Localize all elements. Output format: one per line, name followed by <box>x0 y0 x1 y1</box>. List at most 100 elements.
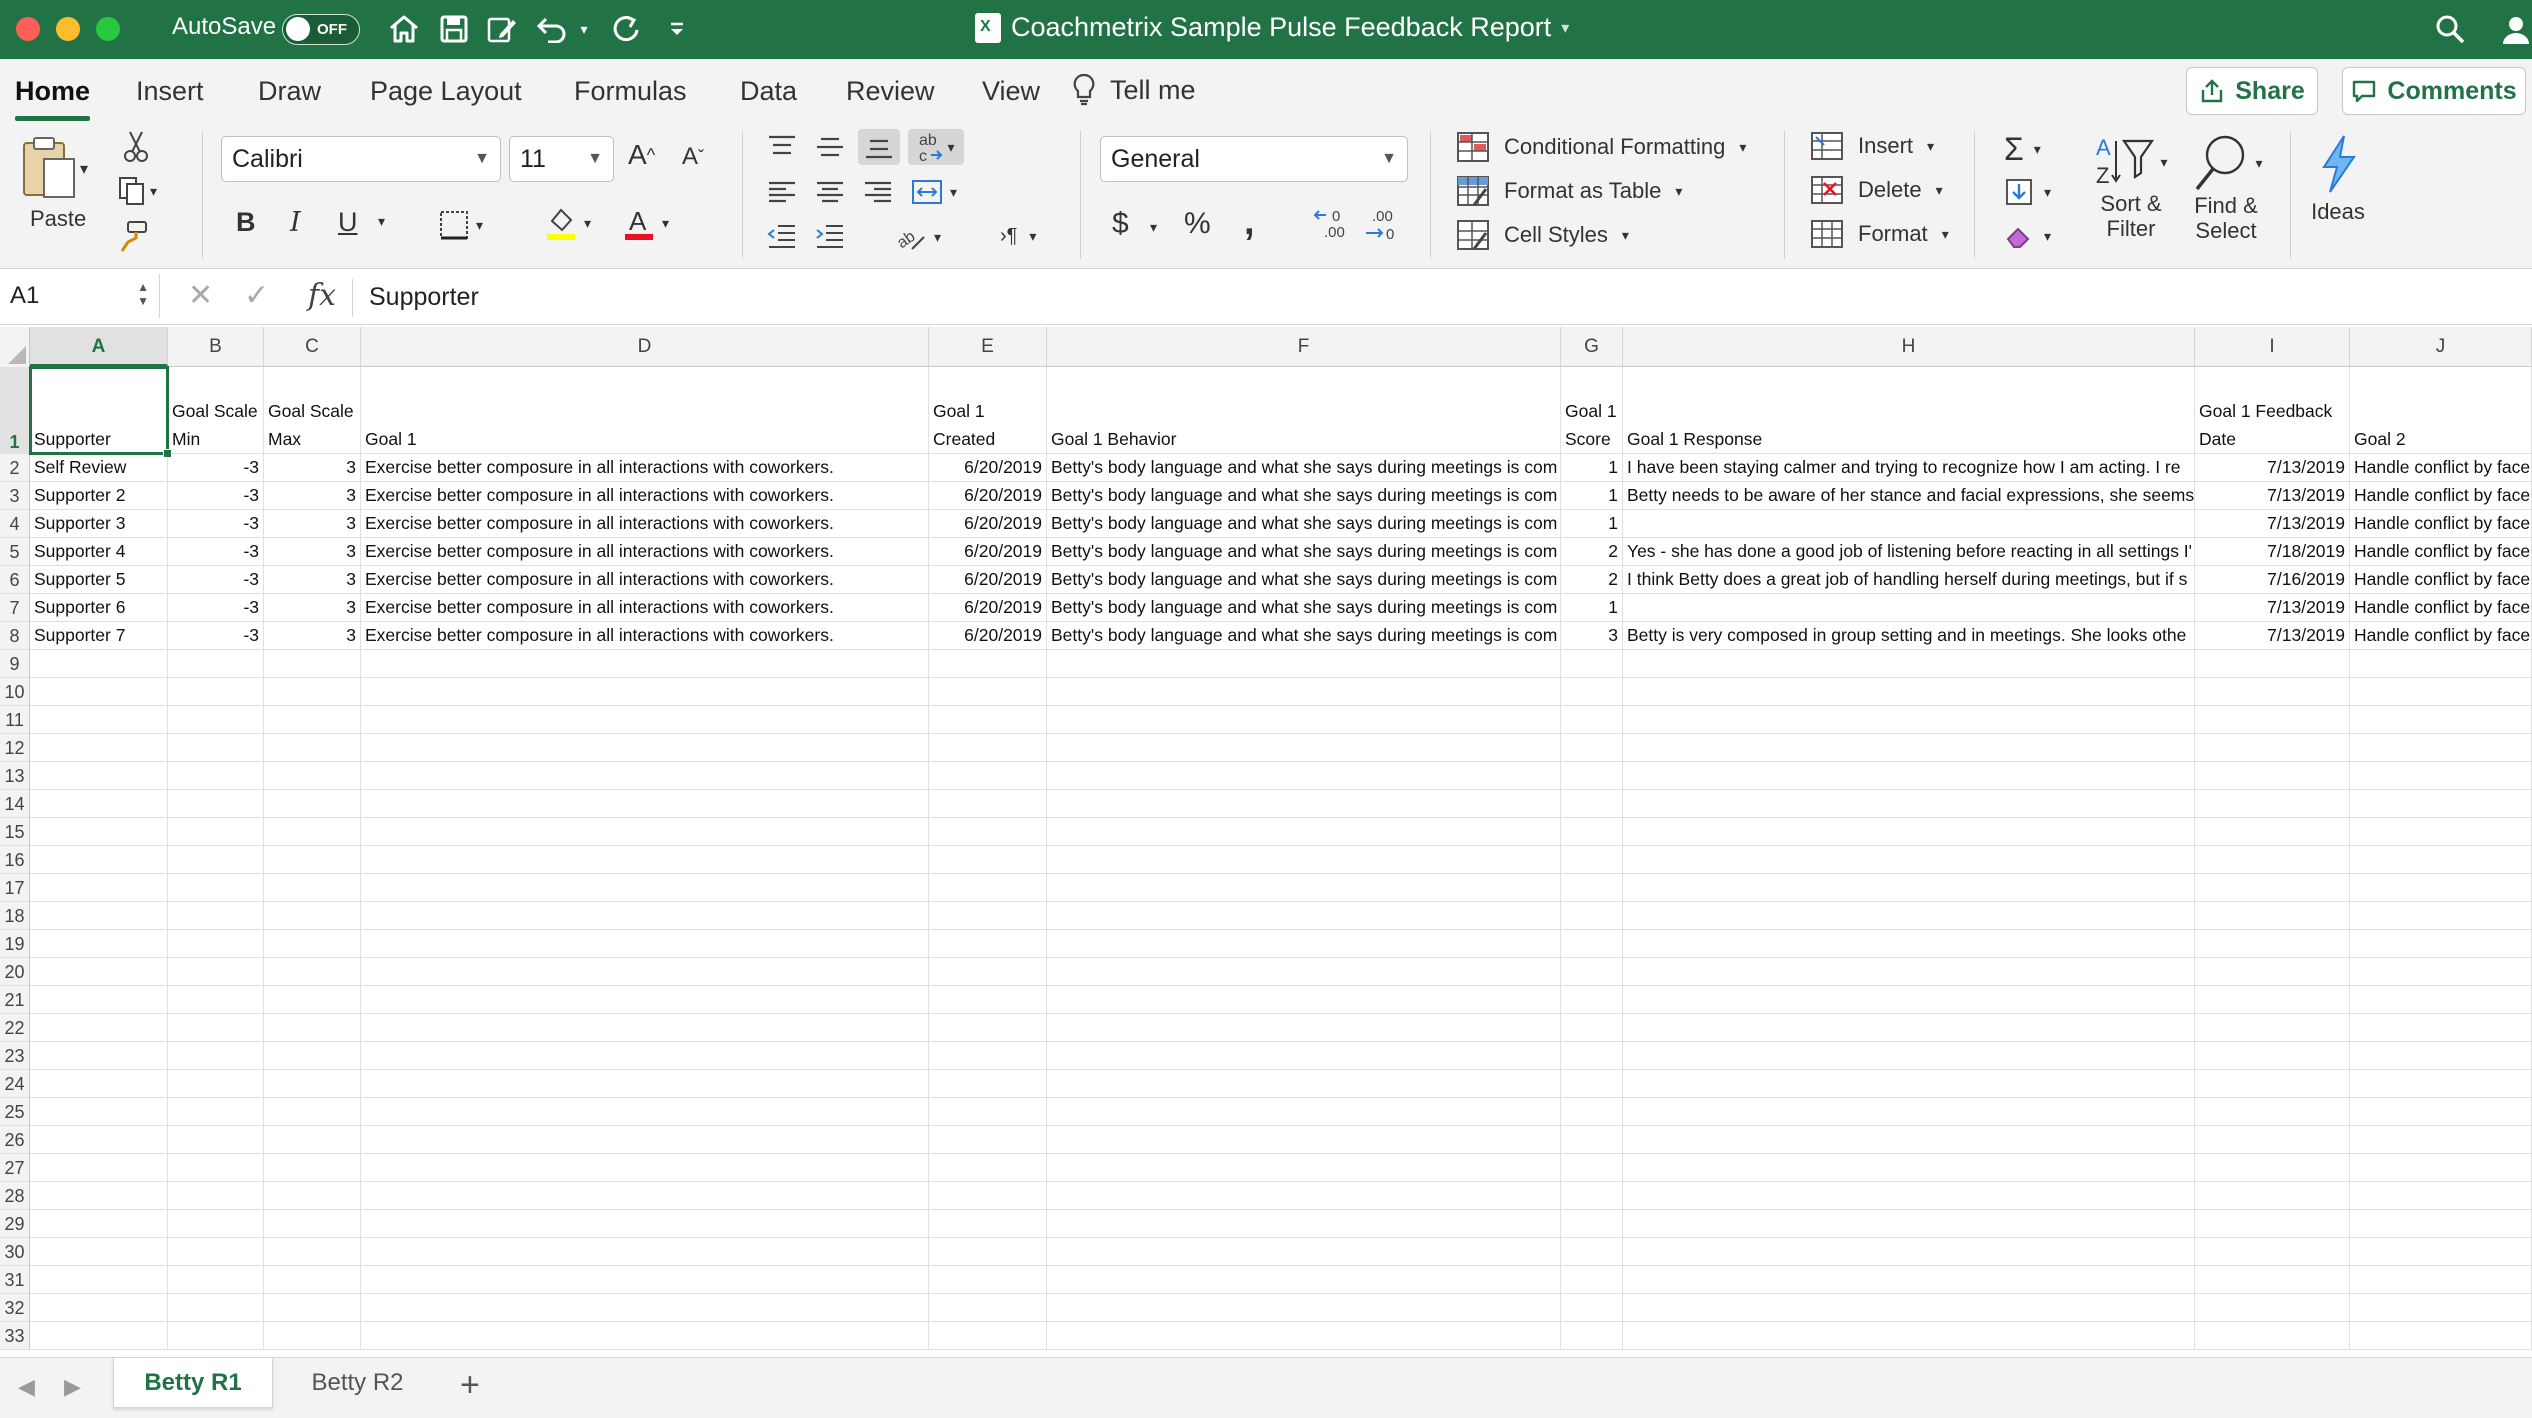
empty-cell[interactable] <box>361 1210 929 1238</box>
cell-j6[interactable]: Handle conflict by face <box>2350 566 2532 594</box>
cell-c2[interactable]: 3 <box>264 454 361 482</box>
empty-cell[interactable] <box>1623 958 2195 986</box>
column-header-g[interactable]: G <box>1561 327 1623 367</box>
save-icon[interactable] <box>434 10 474 48</box>
empty-cell[interactable] <box>168 1238 264 1266</box>
tab-data[interactable]: Data <box>740 76 797 107</box>
empty-cell[interactable] <box>361 818 929 846</box>
increase-font-size-icon[interactable]: A ^ <box>628 139 655 171</box>
redo-icon[interactable] <box>606 10 646 48</box>
title-chevron-down-icon[interactable]: ▾ <box>1561 18 1569 38</box>
align-top-icon[interactable] <box>766 133 798 161</box>
cell-c8[interactable]: 3 <box>264 622 361 650</box>
currency-chevron-down-icon[interactable]: ▾ <box>1150 219 1157 236</box>
empty-cell[interactable] <box>2195 790 2350 818</box>
header-cell-g[interactable]: Goal 1 Score <box>1561 367 1623 454</box>
cell-i7[interactable]: 7/13/2019 <box>2195 594 2350 622</box>
empty-cell[interactable] <box>1561 1154 1623 1182</box>
empty-cell[interactable] <box>1623 986 2195 1014</box>
row-header-18[interactable]: 18 <box>0 902 30 930</box>
empty-cell[interactable] <box>168 762 264 790</box>
empty-cell[interactable] <box>1047 1014 1561 1042</box>
name-box[interactable]: A1 ▲ ▼ <box>0 274 160 318</box>
empty-cell[interactable] <box>30 818 168 846</box>
cell-f8[interactable]: Betty's body language and what she says … <box>1047 622 1561 650</box>
empty-cell[interactable] <box>929 1070 1047 1098</box>
ideas-button[interactable]: Ideas <box>2310 133 2366 224</box>
row-header-6[interactable]: 6 <box>0 566 30 594</box>
empty-cell[interactable] <box>1623 818 2195 846</box>
empty-cell[interactable] <box>1561 1126 1623 1154</box>
cell-d6[interactable]: Exercise better composure in all interac… <box>361 566 929 594</box>
header-cell-j[interactable]: Goal 2 <box>2350 367 2532 454</box>
row-header-31[interactable]: 31 <box>0 1266 30 1294</box>
empty-cell[interactable] <box>361 762 929 790</box>
empty-cell[interactable] <box>361 678 929 706</box>
number-format-select[interactable]: General ▼ <box>1100 136 1408 182</box>
row-header-16[interactable]: 16 <box>0 846 30 874</box>
cell-i5[interactable]: 7/18/2019 <box>2195 538 2350 566</box>
empty-cell[interactable] <box>264 902 361 930</box>
row-header-32[interactable]: 32 <box>0 1294 30 1322</box>
empty-cell[interactable] <box>361 930 929 958</box>
empty-cell[interactable] <box>2350 986 2532 1014</box>
cell-a6[interactable]: Supporter 5 <box>30 566 168 594</box>
empty-cell[interactable] <box>168 1322 264 1350</box>
column-header-f[interactable]: F <box>1047 327 1561 367</box>
cell-e3[interactable]: 6/20/2019 <box>929 482 1047 510</box>
empty-cell[interactable] <box>2195 1154 2350 1182</box>
fill-color-icon[interactable]: ▾ <box>544 205 591 241</box>
empty-cell[interactable] <box>2350 1322 2532 1350</box>
row-header-20[interactable]: 20 <box>0 958 30 986</box>
empty-cell[interactable] <box>30 1014 168 1042</box>
cell-b6[interactable]: -3 <box>168 566 264 594</box>
empty-cell[interactable] <box>168 650 264 678</box>
empty-cell[interactable] <box>1047 1042 1561 1070</box>
cell-a3[interactable]: Supporter 2 <box>30 482 168 510</box>
font-color-chevron-down-icon[interactable]: ▾ <box>662 215 669 232</box>
cell-d2[interactable]: Exercise better composure in all interac… <box>361 454 929 482</box>
row-header-14[interactable]: 14 <box>0 790 30 818</box>
empty-cell[interactable] <box>929 734 1047 762</box>
empty-cell[interactable] <box>2195 958 2350 986</box>
header-cell-f[interactable]: Goal 1 Behavior <box>1047 367 1561 454</box>
cell-i6[interactable]: 7/16/2019 <box>2195 566 2350 594</box>
empty-cell[interactable] <box>1047 818 1561 846</box>
empty-cell[interactable] <box>1047 958 1561 986</box>
empty-cell[interactable] <box>361 1126 929 1154</box>
comments-button[interactable]: Comments <box>2342 67 2526 115</box>
column-header-c[interactable]: C <box>264 327 361 367</box>
row-header-17[interactable]: 17 <box>0 874 30 902</box>
empty-cell[interactable] <box>929 846 1047 874</box>
empty-cell[interactable] <box>168 790 264 818</box>
empty-cell[interactable] <box>30 1154 168 1182</box>
empty-cell[interactable] <box>264 958 361 986</box>
empty-cell[interactable] <box>1623 1098 2195 1126</box>
paste-dropdown-chevron-icon[interactable]: ▾ <box>80 159 88 179</box>
row-header-26[interactable]: 26 <box>0 1126 30 1154</box>
empty-cell[interactable] <box>1623 1014 2195 1042</box>
row-header-21[interactable]: 21 <box>0 986 30 1014</box>
empty-cell[interactable] <box>1623 874 2195 902</box>
empty-cell[interactable] <box>168 1098 264 1126</box>
empty-cell[interactable] <box>30 1126 168 1154</box>
align-left-icon[interactable] <box>766 179 798 207</box>
empty-cell[interactable] <box>1561 1294 1623 1322</box>
empty-cell[interactable] <box>2195 706 2350 734</box>
cell-d8[interactable]: Exercise better composure in all interac… <box>361 622 929 650</box>
empty-cell[interactable] <box>929 1014 1047 1042</box>
empty-cell[interactable] <box>168 1070 264 1098</box>
empty-cell[interactable] <box>264 734 361 762</box>
empty-cell[interactable] <box>2350 1042 2532 1070</box>
empty-cell[interactable] <box>361 790 929 818</box>
empty-cell[interactable] <box>929 1294 1047 1322</box>
empty-cell[interactable] <box>1623 706 2195 734</box>
tab-view[interactable]: View <box>982 76 1040 107</box>
header-cell-a[interactable]: Supporter <box>30 367 168 454</box>
empty-cell[interactable] <box>361 1322 929 1350</box>
empty-cell[interactable] <box>2350 902 2532 930</box>
undo-dropdown-chevron-icon[interactable]: ▾ <box>574 10 594 48</box>
empty-cell[interactable] <box>1047 1126 1561 1154</box>
header-cell-h[interactable]: Goal 1 Response <box>1623 367 2195 454</box>
row-header-25[interactable]: 25 <box>0 1098 30 1126</box>
